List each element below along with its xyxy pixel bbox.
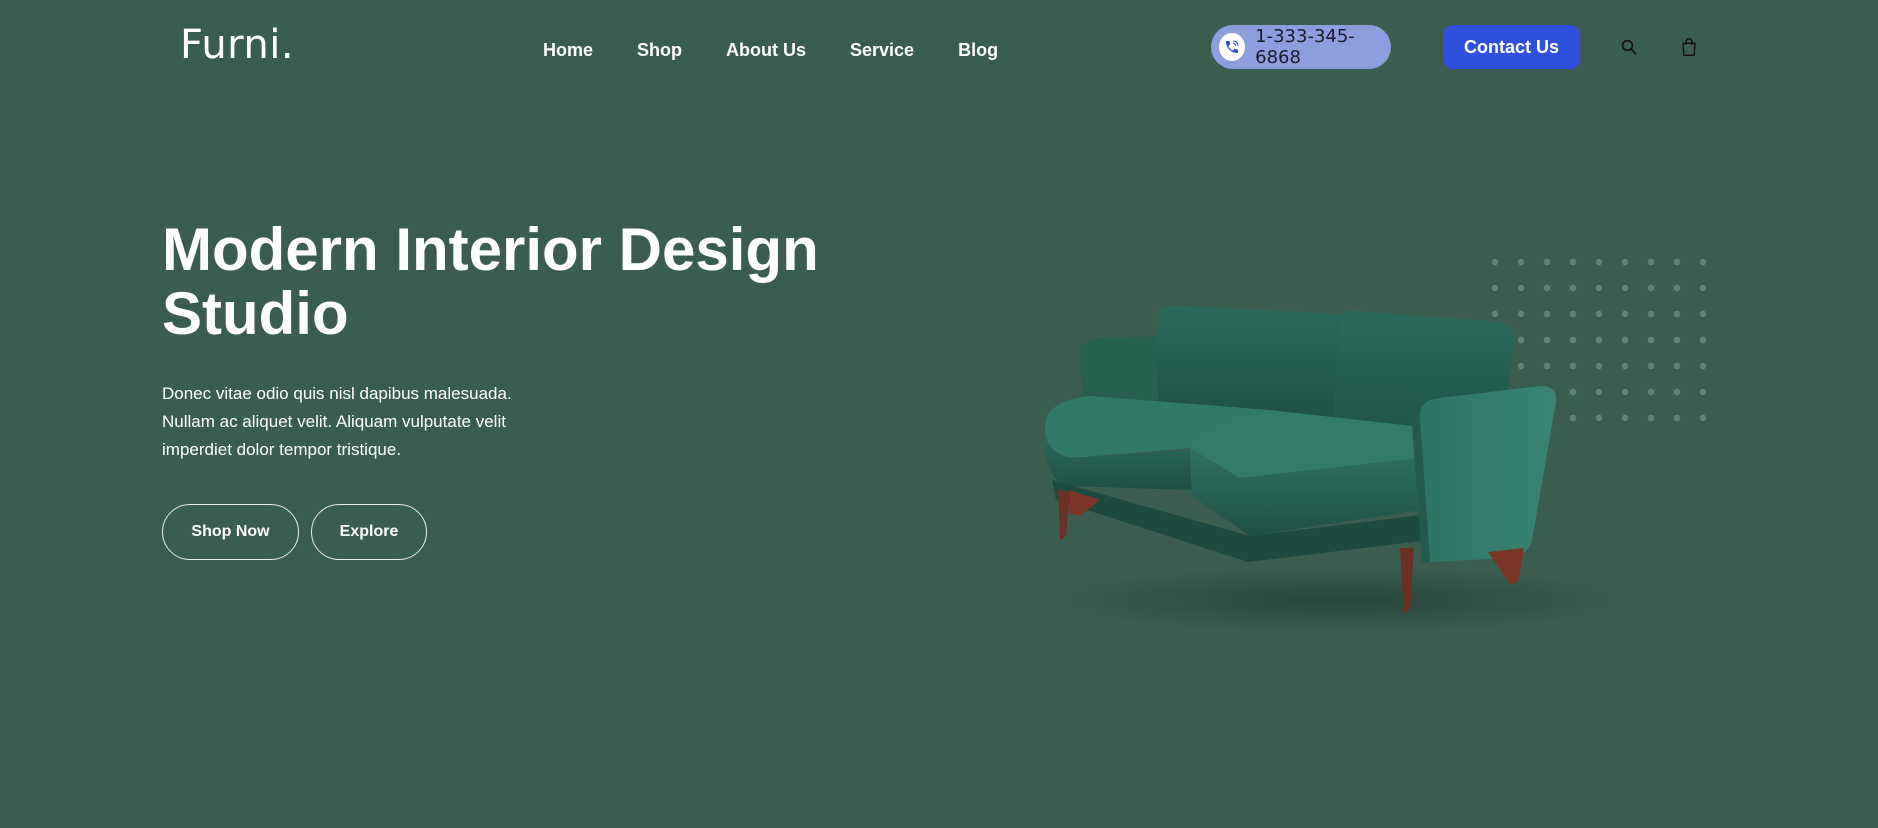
explore-button[interactable]: Explore — [311, 504, 427, 560]
hero-title: Modern Interior Design Studio — [162, 216, 819, 347]
contact-us-button[interactable]: Contact Us — [1443, 25, 1580, 69]
nav-item-home[interactable]: Home — [543, 40, 593, 61]
search-icon[interactable] — [1618, 36, 1640, 58]
nav-item-about-us[interactable]: About Us — [726, 40, 806, 61]
nav-item-shop[interactable]: Shop — [637, 40, 682, 61]
phone-number: 1-333-345-6868 — [1255, 26, 1355, 68]
phone-icon — [1219, 33, 1246, 61]
main-nav: Home Shop About Us Service Blog — [543, 40, 1042, 61]
logo[interactable]: Furni. — [180, 22, 294, 68]
phone-pill[interactable]: 1-333-345-6868 — [1211, 25, 1391, 69]
nav-item-blog[interactable]: Blog — [958, 40, 998, 61]
shopping-bag-icon[interactable] — [1678, 36, 1700, 58]
sofa-image — [1040, 305, 1640, 634]
hero-description: Donec vitae odio quis nisl dapibus males… — [162, 384, 512, 459]
shop-now-button[interactable]: Shop Now — [162, 504, 299, 560]
page: Furni. Home Shop About Us Service Blog 1… — [0, 0, 1878, 828]
nav-item-service[interactable]: Service — [850, 40, 914, 61]
